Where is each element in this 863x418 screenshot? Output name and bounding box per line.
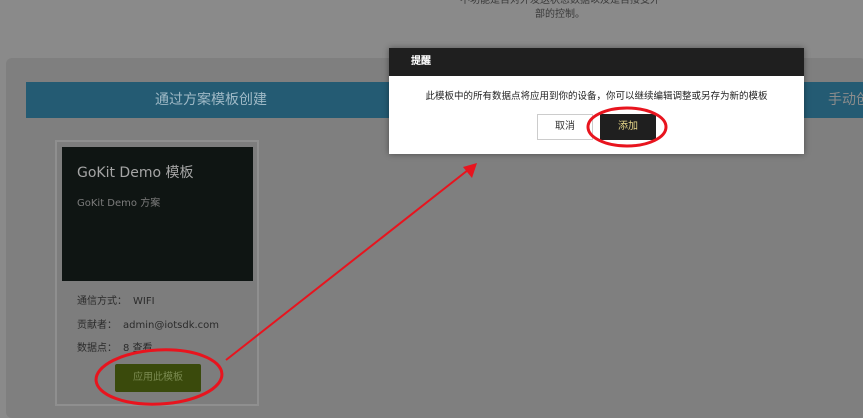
annotation-overlay <box>94 106 668 406</box>
annotation-arrow-head <box>463 163 477 178</box>
annotation-circle-add <box>586 106 668 148</box>
annotation-arrow-line <box>225 169 469 361</box>
annotation-circle-apply <box>94 348 224 406</box>
